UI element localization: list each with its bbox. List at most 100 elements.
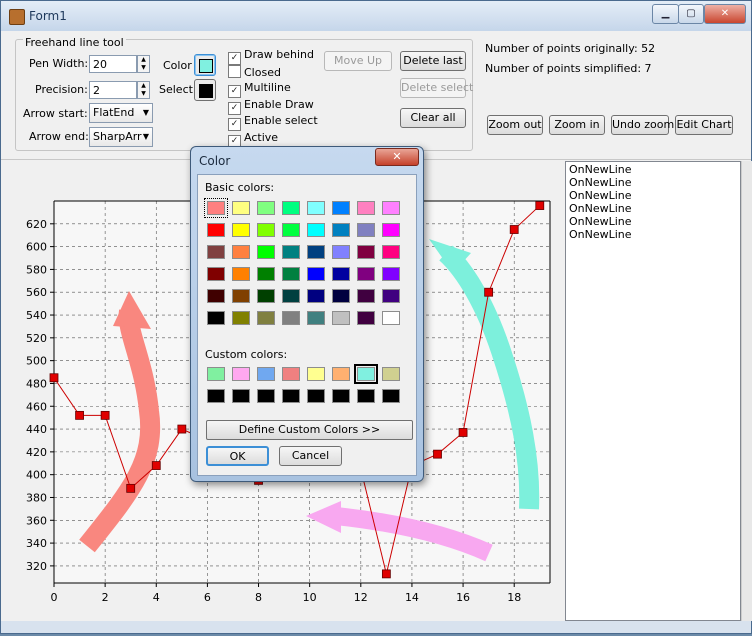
checkbox-enable-draw[interactable]: ✓ Enable Draw — [228, 98, 314, 115]
title-bar[interactable]: Form1 ▁ ▢ ✕ — [1, 1, 751, 32]
basic-color-swatch[interactable] — [257, 311, 275, 325]
basic-color-swatch[interactable] — [357, 245, 375, 259]
custom-color-swatch[interactable] — [307, 367, 325, 381]
list-item[interactable]: OnNewLine — [569, 163, 737, 176]
basic-color-swatch[interactable] — [257, 223, 275, 237]
basic-color-swatch[interactable] — [232, 289, 250, 303]
vertical-scrollbar[interactable] — [741, 161, 752, 621]
custom-color-swatch[interactable] — [307, 389, 325, 403]
custom-color-swatch[interactable] — [382, 367, 400, 381]
list-item[interactable]: OnNewLine — [569, 176, 737, 189]
zoom-in-button[interactable]: Zoom in — [549, 115, 605, 135]
list-item[interactable]: OnNewLine — [569, 202, 737, 215]
move-up-button[interactable]: Move Up — [324, 51, 392, 71]
basic-color-swatch[interactable] — [232, 201, 250, 215]
custom-color-swatch[interactable] — [207, 367, 225, 381]
basic-color-swatch[interactable] — [307, 289, 325, 303]
basic-color-swatch[interactable] — [282, 245, 300, 259]
basic-color-swatch[interactable] — [282, 267, 300, 281]
list-item[interactable]: OnNewLine — [569, 228, 737, 241]
basic-color-swatch[interactable] — [382, 267, 400, 281]
pen-width-input[interactable]: 20 — [89, 55, 137, 73]
delete-select-button[interactable]: Delete select — [400, 78, 473, 98]
precision-spinner[interactable]: ▲ ▼ — [137, 81, 150, 99]
basic-color-swatch[interactable] — [307, 311, 325, 325]
delete-last-button[interactable]: Delete last — [400, 51, 466, 71]
arrow-end-select[interactable]: SharpArr ▼ — [89, 127, 153, 147]
basic-color-swatch[interactable] — [382, 289, 400, 303]
custom-color-swatch[interactable] — [332, 389, 350, 403]
checkbox-closed[interactable]: Closed — [228, 64, 281, 79]
basic-color-swatch[interactable] — [307, 245, 325, 259]
custom-color-swatch[interactable] — [357, 389, 375, 403]
basic-color-swatch[interactable] — [332, 267, 350, 281]
basic-color-swatch[interactable] — [332, 223, 350, 237]
custom-color-swatch[interactable] — [232, 367, 250, 381]
basic-color-swatch[interactable] — [382, 201, 400, 215]
arrow-start-select[interactable]: FlatEnd ▼ — [89, 103, 153, 123]
checkbox-draw-behind[interactable]: ✓ Draw behind — [228, 48, 314, 65]
basic-color-swatch[interactable] — [357, 223, 375, 237]
edit-chart-button[interactable]: Edit Chart — [675, 115, 733, 135]
basic-color-swatch[interactable] — [332, 245, 350, 259]
define-custom-colors-button[interactable]: Define Custom Colors >> — [206, 420, 413, 440]
basic-color-swatch[interactable] — [207, 311, 225, 325]
pen-width-spinner[interactable]: ▲ ▼ — [137, 55, 150, 73]
basic-color-swatch[interactable] — [207, 267, 225, 281]
custom-color-swatch[interactable] — [382, 389, 400, 403]
basic-color-swatch[interactable] — [207, 245, 225, 259]
basic-color-swatch[interactable] — [282, 201, 300, 215]
basic-color-swatch[interactable] — [357, 311, 375, 325]
basic-color-swatch[interactable] — [382, 245, 400, 259]
custom-color-swatch[interactable] — [257, 389, 275, 403]
cancel-button[interactable]: Cancel — [279, 446, 342, 466]
custom-color-swatch[interactable] — [257, 367, 275, 381]
basic-color-swatch[interactable] — [204, 198, 228, 218]
color-button[interactable] — [194, 54, 216, 76]
basic-color-swatch[interactable] — [307, 223, 325, 237]
zoom-out-button[interactable]: Zoom out — [487, 115, 543, 135]
close-button[interactable]: ✕ — [704, 4, 746, 24]
basic-color-swatch[interactable] — [257, 201, 275, 215]
event-log-list[interactable]: OnNewLine OnNewLine OnNewLine OnNewLine OnNe… — [565, 161, 741, 621]
basic-color-swatch[interactable] — [357, 289, 375, 303]
custom-color-swatch[interactable] — [332, 367, 350, 381]
basic-color-swatch[interactable] — [257, 289, 275, 303]
undo-zoom-button[interactable]: Undo zoom — [611, 115, 674, 135]
basic-color-swatch[interactable] — [357, 201, 375, 215]
basic-color-swatch[interactable] — [282, 311, 300, 325]
basic-color-swatch[interactable] — [282, 289, 300, 303]
checkbox-enable-select[interactable]: ✓ Enable select — [228, 114, 318, 132]
checkbox-multiline[interactable]: ✓ Multiline — [228, 81, 291, 99]
minimize-button[interactable]: ▁ — [652, 4, 679, 24]
clear-all-button[interactable]: Clear all — [400, 108, 466, 128]
custom-color-swatch[interactable] — [232, 389, 250, 403]
basic-color-swatch[interactable] — [257, 245, 275, 259]
basic-color-swatch[interactable] — [257, 267, 275, 281]
basic-color-swatch[interactable] — [382, 311, 400, 325]
custom-color-swatch[interactable] — [207, 389, 225, 403]
basic-color-swatch[interactable] — [232, 245, 250, 259]
dialog-close-button[interactable]: ✕ — [375, 148, 419, 166]
basic-color-swatch[interactable] — [232, 267, 250, 281]
basic-color-swatch[interactable] — [207, 289, 225, 303]
basic-color-swatch[interactable] — [232, 311, 250, 325]
list-item[interactable]: OnNewLine — [569, 215, 737, 228]
basic-color-swatch[interactable] — [307, 201, 325, 215]
basic-color-swatch[interactable] — [232, 223, 250, 237]
ok-button[interactable]: OK — [206, 446, 269, 466]
basic-color-swatch[interactable] — [332, 311, 350, 325]
basic-color-swatch[interactable] — [282, 223, 300, 237]
custom-color-swatch[interactable] — [282, 367, 300, 381]
basic-color-swatch[interactable] — [332, 201, 350, 215]
precision-input[interactable]: 2 — [89, 81, 137, 99]
basic-color-swatch[interactable] — [307, 267, 325, 281]
custom-color-swatch[interactable] — [282, 389, 300, 403]
basic-color-swatch[interactable] — [332, 289, 350, 303]
list-item[interactable]: OnNewLine — [569, 189, 737, 202]
basic-color-swatch[interactable] — [357, 267, 375, 281]
select-color-button[interactable] — [194, 79, 216, 101]
maximize-button[interactable]: ▢ — [678, 4, 704, 24]
basic-color-swatch[interactable] — [207, 223, 225, 237]
basic-color-swatch[interactable] — [382, 223, 400, 237]
